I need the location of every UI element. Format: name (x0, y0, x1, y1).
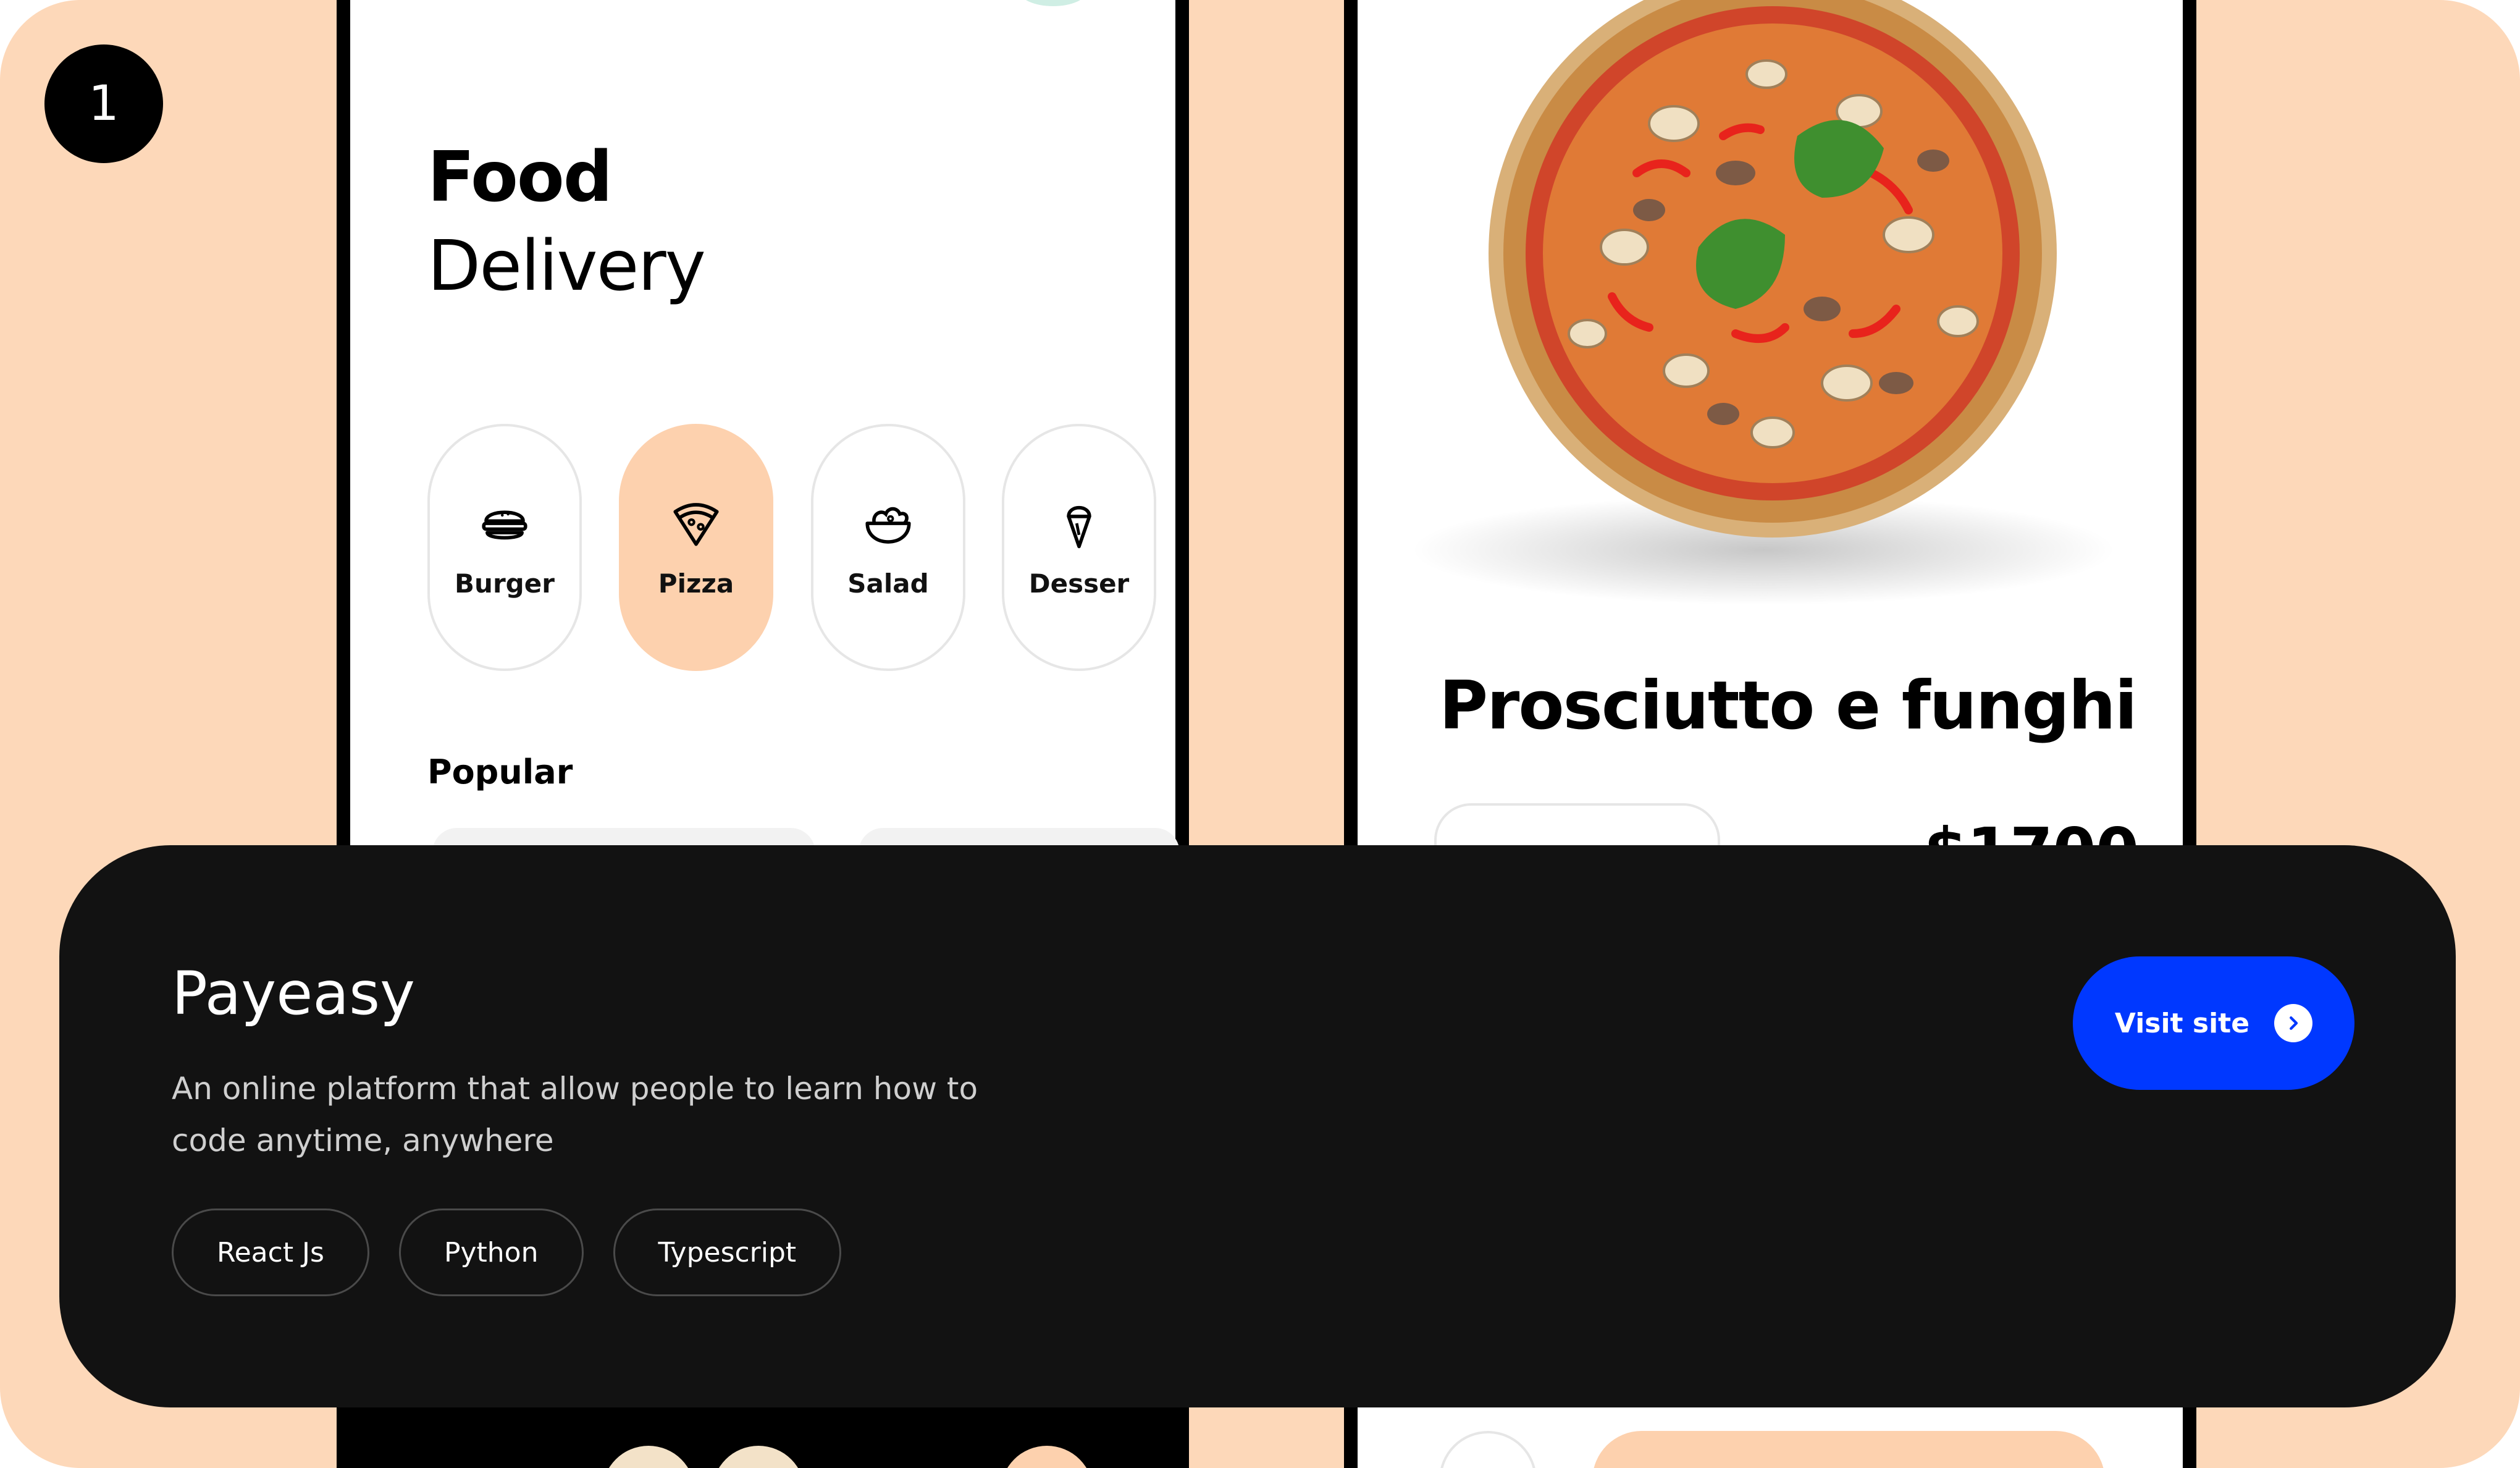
ice-cream-icon (1067, 506, 1091, 549)
tag-typescript: Typescript (613, 1209, 842, 1296)
category-label: Desser (1028, 568, 1130, 599)
project-info-panel: Payeasy An online platform that allow pe… (59, 845, 2456, 1407)
add-to-cart-button[interactable] (1592, 1431, 2105, 1468)
category-dessert[interactable]: Desser (1002, 424, 1156, 671)
tag-react: React Js (172, 1209, 369, 1296)
burger-icon (482, 510, 527, 540)
visit-site-button[interactable]: Visit site (2073, 956, 2354, 1090)
tech-tags: React Js Python Typescript (172, 1209, 842, 1296)
project-title: Payeasy (172, 959, 415, 1028)
section-title-popular: Popular (427, 753, 573, 791)
app-title-bold: Food (427, 137, 613, 217)
category-label: Pizza (658, 568, 734, 599)
visit-site-label: Visit site (2114, 1007, 2250, 1039)
tag-python: Python (398, 1209, 584, 1296)
pizza-icon (673, 503, 719, 546)
category-burger[interactable]: Burger (427, 424, 582, 671)
pizza-image (1489, 0, 2057, 538)
salad-icon (865, 507, 911, 544)
category-salad[interactable]: Salad (811, 424, 965, 671)
app-title-light: Delivery (427, 226, 706, 306)
dish-name: Prosciutto e funghi (1439, 667, 2138, 745)
category-pizza[interactable]: Pizza (619, 424, 773, 671)
category-label: Burger (455, 568, 555, 599)
category-label: Salad (847, 568, 929, 599)
project-description: An online platform that allow people to … (172, 1071, 978, 1158)
index-badge: 1 (44, 44, 163, 163)
phone-mockup-food-delivery (337, 0, 1189, 846)
index-number: 1 (88, 76, 119, 132)
project-card: 1 Food Delivery Burger Pizza Salad Desse… (0, 0, 2520, 1468)
chevron-right-circle-icon (2274, 1004, 2313, 1042)
